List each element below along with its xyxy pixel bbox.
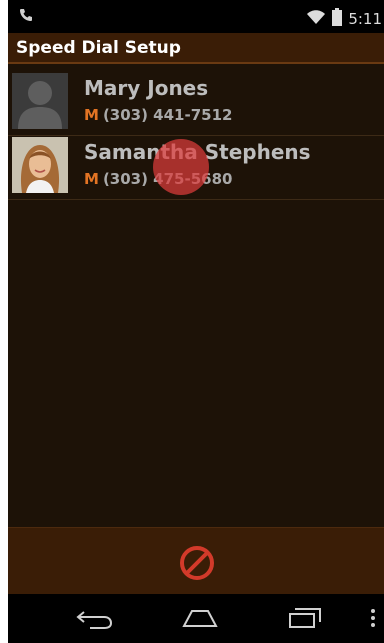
contact-phone: M (303) 441-7512 [84,106,232,124]
contact-name: Samantha Stephens [84,140,311,164]
phone-number: (303) 475-5680 [102,170,233,188]
contact-row-samantha-stephens[interactable]: Samantha Stephens M (303) 475-5680 [8,134,384,200]
phone-screen: 5:11 Speed Dial Setup Mary Jones M (303) … [8,0,384,643]
phone-type-label: M [84,106,99,124]
wifi-icon [306,9,326,29]
contact-row-mary-jones[interactable]: Mary Jones M (303) 441-7512 [8,70,384,136]
cancel-prohibit-icon[interactable] [178,544,216,582]
home-icon[interactable] [180,606,220,634]
status-bar: 5:11 [8,0,384,33]
contact-phone: M (303) 475-5680 [84,170,232,188]
contact-list: Mary Jones M (303) 441-7512 Samantha Step… [8,64,384,527]
back-icon[interactable] [76,606,114,634]
phone-number: (303) 441-7512 [102,106,233,124]
contact-name: Mary Jones [84,76,209,100]
contact-photo [12,137,68,193]
action-bar [8,527,384,594]
status-icons: 5:11 [306,8,382,30]
phone-handset-icon [18,7,38,27]
recents-icon[interactable] [288,606,324,634]
default-contact-avatar-icon [12,73,68,129]
navigation-bar [8,594,384,643]
status-time: 5:11 [348,10,382,28]
page-title: Speed Dial Setup [16,38,181,58]
overflow-menu-icon[interactable] [370,608,376,632]
title-bar: Speed Dial Setup [8,33,384,64]
phone-type-label: M [84,170,99,188]
battery-icon [332,8,343,30]
